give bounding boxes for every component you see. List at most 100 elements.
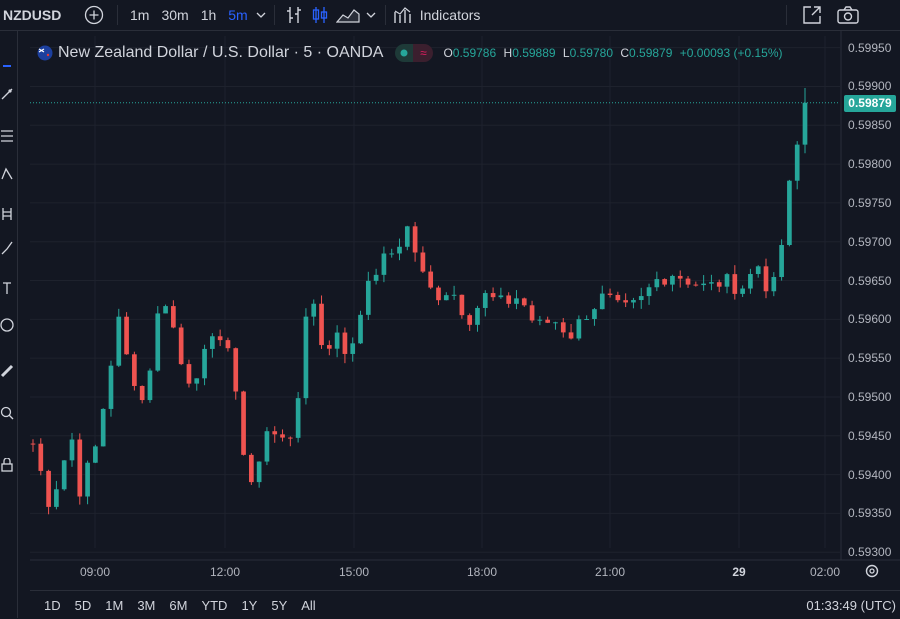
price-label: 0.59450 xyxy=(848,428,892,443)
candle-body xyxy=(428,271,434,288)
price-label: 0.59900 xyxy=(848,79,892,94)
candle-body xyxy=(537,319,543,321)
candle-body xyxy=(685,278,691,285)
candle-body xyxy=(498,295,504,298)
candle-body xyxy=(615,294,621,301)
range-6m-button[interactable]: 6M xyxy=(162,598,194,613)
price-label: 0.59700 xyxy=(848,234,892,249)
range-1d-button[interactable]: 1D xyxy=(30,598,68,613)
candle-body xyxy=(459,294,465,316)
price-label: 0.59300 xyxy=(848,545,892,560)
candle-body xyxy=(233,348,239,392)
candle-body xyxy=(475,307,480,325)
candle-body xyxy=(467,315,473,325)
candle-body xyxy=(693,284,699,286)
symbol-title[interactable]: New Zealand Dollar / U.S. Dollar · 5 · O… xyxy=(58,44,383,62)
candle-body xyxy=(116,316,122,366)
candle-body xyxy=(287,437,293,439)
range-3m-button[interactable]: 3M xyxy=(130,598,162,613)
range-1y-button[interactable]: 1Y xyxy=(234,598,264,613)
price-label: 0.59400 xyxy=(848,467,892,482)
candle-body xyxy=(521,298,527,306)
range-5y-button[interactable]: 5Y xyxy=(264,598,294,613)
bottom-toolbar: 1D 5D 1M 3M 6M YTD 1Y 5Y All 01:33:49 (U… xyxy=(30,590,900,619)
price-label: 0.59600 xyxy=(848,312,892,327)
nz-flag-icon xyxy=(37,45,53,61)
candle-body xyxy=(256,461,262,483)
range-ytd-button[interactable]: YTD xyxy=(194,598,234,613)
candle-body xyxy=(482,293,488,308)
candle-body xyxy=(412,226,418,253)
price-label: 0.59500 xyxy=(848,389,892,404)
candle-body xyxy=(295,398,301,438)
candle-body xyxy=(709,282,714,284)
candle-body xyxy=(560,322,566,333)
candle-body xyxy=(319,303,324,346)
candle-body xyxy=(553,322,558,324)
settings-icon[interactable] xyxy=(864,563,880,579)
time-axis[interactable]: 09:00 12:00 15:00 18:00 21:00 29 02:00 xyxy=(29,556,841,586)
candle-body xyxy=(529,305,535,321)
candle-body xyxy=(365,280,371,315)
candle-body xyxy=(280,434,285,438)
candle-body xyxy=(732,274,738,294)
candle-body xyxy=(373,274,379,281)
high-value: 0.59889 xyxy=(512,46,556,60)
candle-body xyxy=(124,316,129,355)
close-key: C xyxy=(620,46,630,60)
candle-body xyxy=(171,306,176,328)
price-label: 0.59550 xyxy=(848,351,892,366)
range-1m-button[interactable]: 1M xyxy=(98,598,130,613)
candle-body xyxy=(748,274,753,289)
candle-body xyxy=(326,345,332,349)
candle-body xyxy=(350,343,356,354)
open-value: 0.59786 xyxy=(452,46,497,60)
range-5d-button[interactable]: 5D xyxy=(68,598,99,613)
utc-clock[interactable]: 01:33:49 (UTC) xyxy=(806,598,896,613)
eye-icon[interactable] xyxy=(395,44,414,62)
candle-body xyxy=(568,332,574,339)
candle-body xyxy=(132,354,137,386)
time-label: 12:00 xyxy=(209,565,241,579)
time-label: 09:00 xyxy=(79,565,111,579)
candle-body xyxy=(592,309,597,319)
candle-body xyxy=(93,446,98,463)
candle-body xyxy=(358,314,363,344)
candle-body xyxy=(677,275,683,279)
candle-body xyxy=(443,295,449,301)
price-chart[interactable] xyxy=(0,0,900,618)
candle-body xyxy=(38,443,44,471)
candle-body xyxy=(420,252,426,272)
candle-body xyxy=(646,287,652,297)
date-label: 29 xyxy=(732,565,746,579)
candle-body xyxy=(701,283,706,286)
time-label: 02:00 xyxy=(809,565,841,579)
candle-body xyxy=(381,253,387,275)
candle-body xyxy=(30,443,36,445)
candle-body xyxy=(623,300,628,303)
candle-body xyxy=(342,332,348,354)
candle-body xyxy=(436,287,441,301)
candle-body xyxy=(69,439,75,461)
candle-body xyxy=(202,348,207,379)
visibility-toggle[interactable]: ≈ xyxy=(395,44,434,62)
candle-body xyxy=(724,274,730,287)
candle-body xyxy=(638,296,644,301)
price-label: 0.59750 xyxy=(848,195,892,210)
candle-body xyxy=(662,279,667,285)
candle-body xyxy=(147,370,153,401)
wave-icon[interactable]: ≈ xyxy=(413,44,434,62)
last-price-tag: 0.59879 xyxy=(844,94,896,112)
candle-body xyxy=(264,431,270,462)
candle-body xyxy=(576,319,582,339)
candle-body xyxy=(163,306,168,314)
close-value: 0.59879 xyxy=(629,46,673,60)
range-all-button[interactable]: All xyxy=(294,598,322,613)
candle-body xyxy=(607,293,613,295)
candle-body xyxy=(217,336,223,341)
candle-body xyxy=(506,295,512,304)
candle-body xyxy=(108,365,114,409)
candle-body xyxy=(303,316,309,399)
candle-body xyxy=(802,102,808,145)
candle-body xyxy=(61,460,67,490)
